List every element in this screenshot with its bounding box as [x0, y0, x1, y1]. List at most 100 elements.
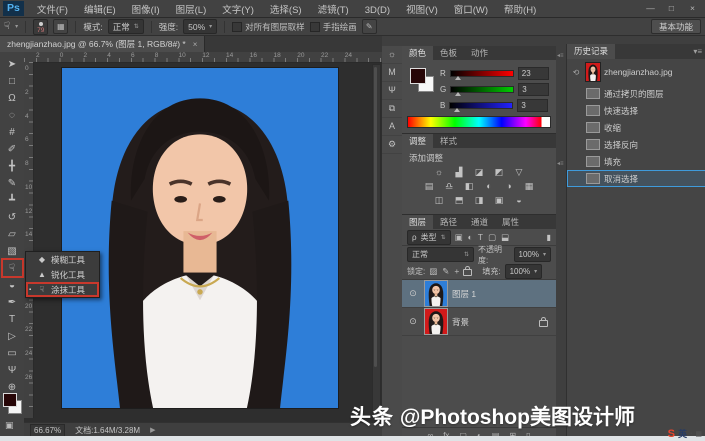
lock-pixels-icon[interactable]: ✎ — [442, 266, 449, 277]
ime-mode-label[interactable]: 英 — [678, 427, 687, 440]
tab-swatches[interactable]: 色板 — [433, 46, 464, 60]
tab-history[interactable]: 历史记录 — [567, 44, 615, 59]
black-white-icon[interactable]: ◧ — [463, 181, 476, 192]
toggle-brush-panel-button[interactable]: ▦ — [53, 19, 68, 34]
layer-row-1[interactable]: ⊙ 背景 — [402, 308, 556, 336]
vibrance-icon[interactable]: ▽ — [513, 167, 526, 178]
menu-item-5[interactable]: 选择(S) — [262, 5, 310, 16]
brush-tool[interactable]: ✎ — [0, 175, 24, 192]
mode-select[interactable]: 正常 ⇅ — [108, 19, 144, 34]
blue-slider[interactable] — [449, 102, 513, 109]
move-tool[interactable]: ➤ — [0, 56, 24, 73]
marquee-tool[interactable]: □ — [0, 73, 24, 90]
panel-menu-icon[interactable]: ▾≡ — [693, 44, 705, 59]
tab-paths[interactable]: 路径 — [433, 215, 464, 229]
flyout-item-blur-tool[interactable]: ◆ 模糊工具 — [26, 252, 99, 267]
green-value-field[interactable]: 3 — [518, 83, 549, 96]
visibility-eye-icon[interactable]: ⊙ — [406, 288, 420, 299]
brightness-contrast-icon[interactable]: ☼ — [433, 167, 446, 178]
quick-selection-tool[interactable]: ◌ — [0, 107, 24, 124]
history-step-6[interactable]: 取消选择 — [567, 170, 705, 187]
fill-field[interactable]: 100% ▾ — [505, 264, 542, 279]
tab-actions[interactable]: 动作 — [464, 46, 495, 60]
threshold-icon[interactable]: ◨ — [473, 195, 486, 206]
color-balance-icon[interactable]: ♎ — [443, 181, 456, 192]
filter-adjustment-layers-icon[interactable]: ◐ — [468, 232, 473, 243]
zoom-level-field[interactable]: 66.67% — [30, 424, 65, 437]
red-value-field[interactable]: 23 — [518, 67, 549, 80]
vertical-scrollbar[interactable] — [372, 64, 381, 418]
path-selection-tool[interactable]: ▷ — [0, 328, 24, 345]
red-slider[interactable] — [450, 70, 514, 77]
lock-transparency-icon[interactable]: ▨ — [429, 266, 437, 277]
green-slider[interactable] — [450, 86, 514, 93]
posterize-icon[interactable]: ⬒ — [453, 195, 466, 206]
close-tab-icon[interactable]: × — [193, 40, 198, 49]
smudge-tool[interactable]: ☟ — [0, 260, 24, 277]
tablet-pressure-button[interactable]: ✎ — [362, 19, 377, 34]
crop-tool[interactable]: # — [0, 124, 24, 141]
selective-color-icon[interactable]: ◒ — [513, 195, 526, 206]
info-dock-icon[interactable]: Ψ — [382, 82, 402, 100]
menu-item-6[interactable]: 滤镜(T) — [310, 5, 357, 16]
tab-adjustments[interactable]: 调整 — [402, 134, 433, 148]
histogram-dock-icon[interactable]: M — [382, 64, 402, 82]
invert-icon[interactable]: ◫ — [433, 195, 446, 206]
layer-comps-dock-icon[interactable]: ⧉ — [382, 100, 402, 118]
curves-icon[interactable]: ◪ — [473, 167, 486, 178]
eyedropper-tool[interactable]: ✐ — [0, 141, 24, 158]
filter-toggle-icon[interactable]: ▮ — [547, 233, 551, 242]
flyout-item-sharpen-tool[interactable]: ▲ 锐化工具 — [26, 267, 99, 282]
foreground-color-swatch[interactable] — [3, 393, 17, 407]
finger-paint-checkbox[interactable]: 手指绘画 — [310, 21, 357, 33]
exposure-icon[interactable]: ◩ — [493, 167, 506, 178]
hand-tool[interactable]: Ψ — [0, 362, 24, 379]
tab-properties[interactable]: 属性 — [495, 215, 526, 229]
filter-type-layers-icon[interactable]: T — [478, 232, 483, 243]
history-step-0[interactable]: ⟲ zhengjianzhao.jpg — [567, 59, 705, 85]
filter-pixel-layers-icon[interactable]: ▣ — [455, 232, 463, 243]
layer-filter-type-select[interactable]: ρ 类型 ⇅ — [407, 230, 451, 245]
foreground-color-swatch[interactable] — [410, 68, 426, 84]
history-source-well[interactable]: ⟲ — [570, 68, 582, 77]
blend-mode-select[interactable]: 正常 ⇅ — [407, 247, 474, 262]
blue-value-field[interactable]: 3 — [517, 99, 548, 112]
menu-item-8[interactable]: 视图(V) — [398, 5, 446, 16]
tab-color[interactable]: 颜色 — [402, 46, 433, 60]
color-swatches[interactable] — [410, 68, 434, 92]
menu-item-0[interactable]: 文件(F) — [29, 5, 76, 16]
ime-extra-icon[interactable]: · — [690, 430, 692, 437]
strength-select[interactable]: 50% ▾ — [183, 19, 217, 34]
brush-preset-picker[interactable]: 79 — [33, 19, 48, 35]
gradient-tool[interactable]: ▧ — [0, 243, 24, 260]
status-expand-icon[interactable]: ▶ — [150, 426, 155, 434]
workspace-switcher-button[interactable]: 基本功能 — [651, 19, 701, 34]
tab-layers[interactable]: 图层 — [402, 215, 433, 229]
gradient-map-icon[interactable]: ▣ — [493, 195, 506, 206]
ime-keyboard-icon[interactable]: ▦ — [695, 430, 702, 438]
levels-icon[interactable]: ▟ — [453, 167, 466, 178]
opacity-field[interactable]: 100% ▾ — [514, 247, 551, 262]
channel-mixer-icon[interactable]: ◑ — [503, 181, 516, 192]
history-step-3[interactable]: 收缩 — [567, 119, 705, 136]
menu-item-3[interactable]: 图层(L) — [168, 5, 215, 16]
photo-filter-icon[interactable]: ◐ — [483, 181, 496, 192]
document-image[interactable] — [62, 68, 338, 408]
quick-mask-button[interactable]: ▣ — [5, 420, 14, 431]
lock-all-icon[interactable] — [463, 269, 472, 276]
tool-presets-dock-icon[interactable]: ⚙ — [382, 136, 402, 154]
healing-brush-tool[interactable]: ╋ — [0, 158, 24, 175]
hue-saturation-icon[interactable]: ▤ — [423, 181, 436, 192]
color-spectrum-ramp[interactable] — [407, 116, 551, 128]
document-tab[interactable]: zhengjianzhao.jpg @ 66.7% (图层 1, RGB/8#)… — [0, 36, 205, 52]
sample-all-layers-checkbox[interactable]: 对所有图层取样 — [232, 21, 305, 33]
menu-item-1[interactable]: 编辑(E) — [76, 5, 124, 16]
dodge-tool[interactable]: ◒ — [0, 277, 24, 294]
menu-item-2[interactable]: 图像(I) — [124, 5, 168, 16]
tool-preset-arrow[interactable]: ▾ — [15, 23, 18, 30]
filter-smart-objects-icon[interactable]: ⬓ — [501, 232, 509, 243]
history-step-1[interactable]: 通过拷贝的图层 — [567, 85, 705, 102]
shape-tool[interactable]: ▭ — [0, 345, 24, 362]
tab-styles[interactable]: 样式 — [433, 134, 464, 148]
lasso-tool[interactable]: Ω — [0, 90, 24, 107]
